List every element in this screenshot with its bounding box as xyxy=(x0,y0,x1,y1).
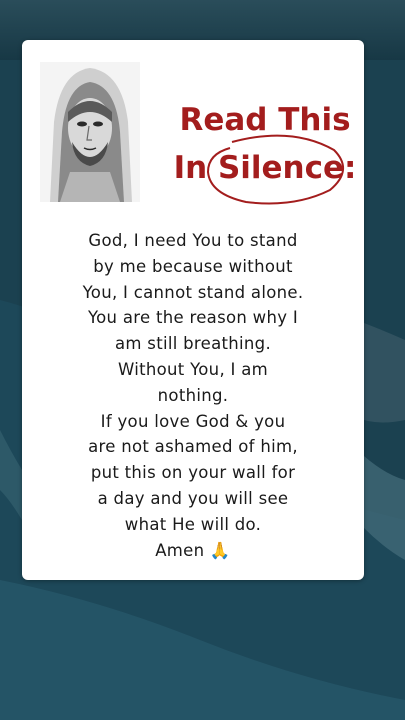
message-line: God, I need You to stand xyxy=(88,231,298,250)
message-line: Without You, I am xyxy=(117,359,269,379)
message-line: a day and you will see xyxy=(97,488,289,508)
prayer-message: God, I need You to stand by me because w… xyxy=(42,228,344,563)
message-line: nothing. xyxy=(157,385,229,405)
message-line: put this on your wall for xyxy=(90,463,296,483)
message-line: are not ashamed of him, xyxy=(88,437,298,457)
message-line: If you love God & you xyxy=(100,411,286,431)
message-line: what He will do. xyxy=(124,514,262,534)
prayer-card: Read This In Silence: God, I need You to… xyxy=(22,40,364,580)
message-line: You are the reason why I xyxy=(87,308,299,328)
message-line-amen: Amen 🙏 xyxy=(155,540,231,560)
message-line: by me because without xyxy=(93,256,293,276)
portrait-image xyxy=(40,62,140,202)
message-line: You, I cannot stand alone. xyxy=(82,282,304,302)
message-line: am still breathing. xyxy=(114,334,272,354)
circle-highlight-icon xyxy=(206,134,344,205)
